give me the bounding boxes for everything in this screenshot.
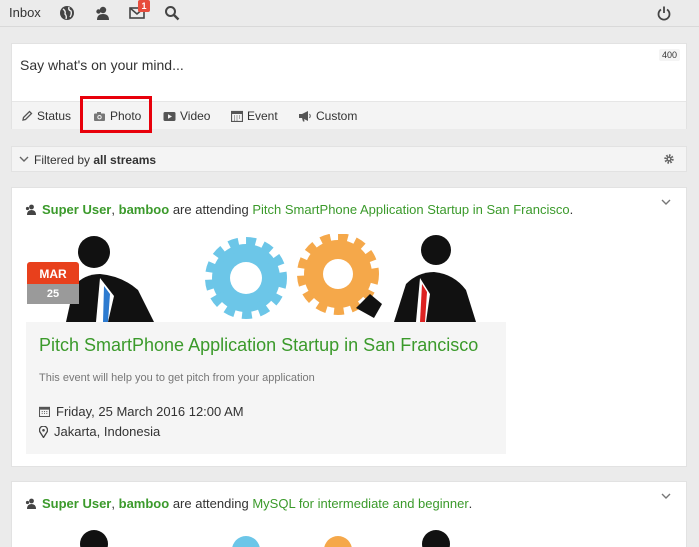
- actor-link[interactable]: bamboo: [119, 496, 170, 511]
- actor-link[interactable]: Super User: [42, 496, 111, 511]
- event-link[interactable]: Pitch SmartPhone Application Startup in …: [252, 202, 569, 217]
- gear-icon[interactable]: [663, 153, 675, 165]
- globe-icon[interactable]: [57, 3, 77, 23]
- event-title[interactable]: Pitch SmartPhone Application Startup in …: [39, 335, 478, 356]
- tab-label: Event: [247, 109, 278, 123]
- top-toolbar: Inbox 1: [0, 0, 699, 27]
- actor-link[interactable]: bamboo: [119, 202, 170, 217]
- stream-item: Super User, bamboo are attending Pitch S…: [11, 187, 687, 467]
- calendar-icon: [231, 110, 243, 122]
- event-datetime: Friday, 25 March 2016 12:00 AM: [39, 404, 244, 419]
- video-icon: [163, 111, 176, 121]
- map-pin-icon: [39, 425, 48, 438]
- status-input[interactable]: Say what's on your mind...: [20, 57, 184, 73]
- char-counter: 400: [658, 49, 680, 61]
- event-date-badge: MAR 25: [27, 262, 79, 304]
- actor-link[interactable]: Super User: [42, 202, 111, 217]
- event-link[interactable]: MySQL for intermediate and beginner: [252, 496, 468, 511]
- notification-badge: 1: [138, 0, 150, 12]
- chevron-down-icon: [19, 156, 29, 162]
- stream-headline: Super User, bamboo are attending Pitch S…: [24, 202, 573, 217]
- tab-status[interactable]: Status: [21, 102, 71, 130]
- event-cover-image: [80, 530, 450, 547]
- pencil-icon: [22, 110, 33, 121]
- tab-label: Custom: [316, 109, 358, 123]
- event-cover-image: [66, 234, 476, 322]
- stream-headline: Super User, bamboo are attending MySQL f…: [24, 496, 472, 511]
- filter-label: Filtered by all streams: [34, 153, 157, 167]
- chevron-down-icon[interactable]: [661, 199, 671, 206]
- tab-video[interactable]: Video: [163, 102, 210, 130]
- megaphone-icon: [299, 111, 311, 122]
- tab-label: Video: [180, 109, 211, 123]
- tab-label: Status: [37, 109, 72, 123]
- event-card: Pitch SmartPhone Application Startup in …: [26, 322, 506, 454]
- date-badge-month: MAR: [27, 262, 79, 284]
- date-badge-day: 25: [27, 284, 79, 304]
- friends-icon[interactable]: [92, 3, 112, 23]
- friends-icon: [25, 498, 36, 509]
- power-icon[interactable]: [654, 3, 674, 23]
- search-icon[interactable]: [162, 3, 182, 23]
- chevron-down-icon[interactable]: [661, 493, 671, 500]
- friends-icon: [25, 204, 36, 215]
- tab-event[interactable]: Event: [231, 102, 278, 130]
- filter-value: all streams: [93, 153, 157, 167]
- event-description: This event will help you to get pitch fr…: [39, 372, 315, 384]
- stream-item: Super User, bamboo are attending MySQL f…: [11, 481, 687, 547]
- photo-tab-highlight: [80, 96, 152, 133]
- tab-custom[interactable]: Custom: [298, 102, 357, 130]
- event-location: Jakarta, Indonesia: [39, 424, 160, 439]
- stream-filter-bar[interactable]: Filtered by all streams: [11, 146, 687, 172]
- inbox-link[interactable]: Inbox: [9, 5, 41, 20]
- calendar-icon: [39, 406, 50, 417]
